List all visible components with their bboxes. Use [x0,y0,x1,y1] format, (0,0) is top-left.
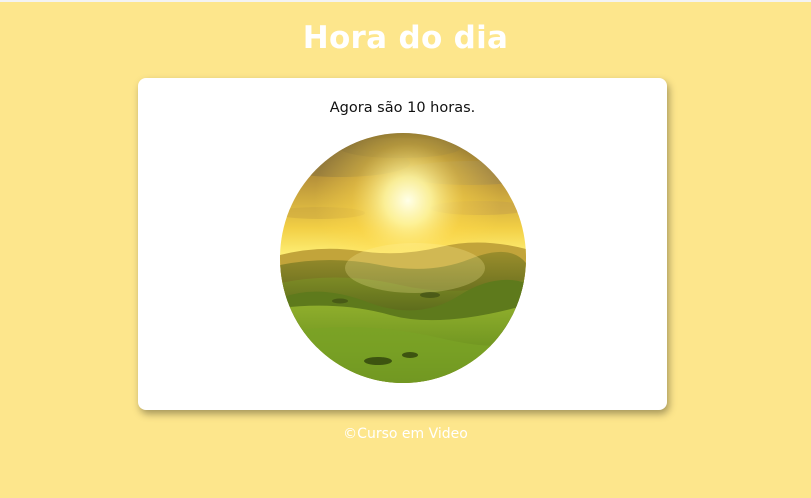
content-card: Agora são 10 horas. [138,78,667,410]
page-title: Hora do dia [302,20,509,56]
landscape-sunrise-image [280,133,526,383]
time-message: Agora são 10 horas. [329,100,476,116]
footer-copyright: ©Curso em Video [343,426,468,442]
top-edge-line [0,0,811,2]
page-header: Hora do dia [0,18,811,58]
